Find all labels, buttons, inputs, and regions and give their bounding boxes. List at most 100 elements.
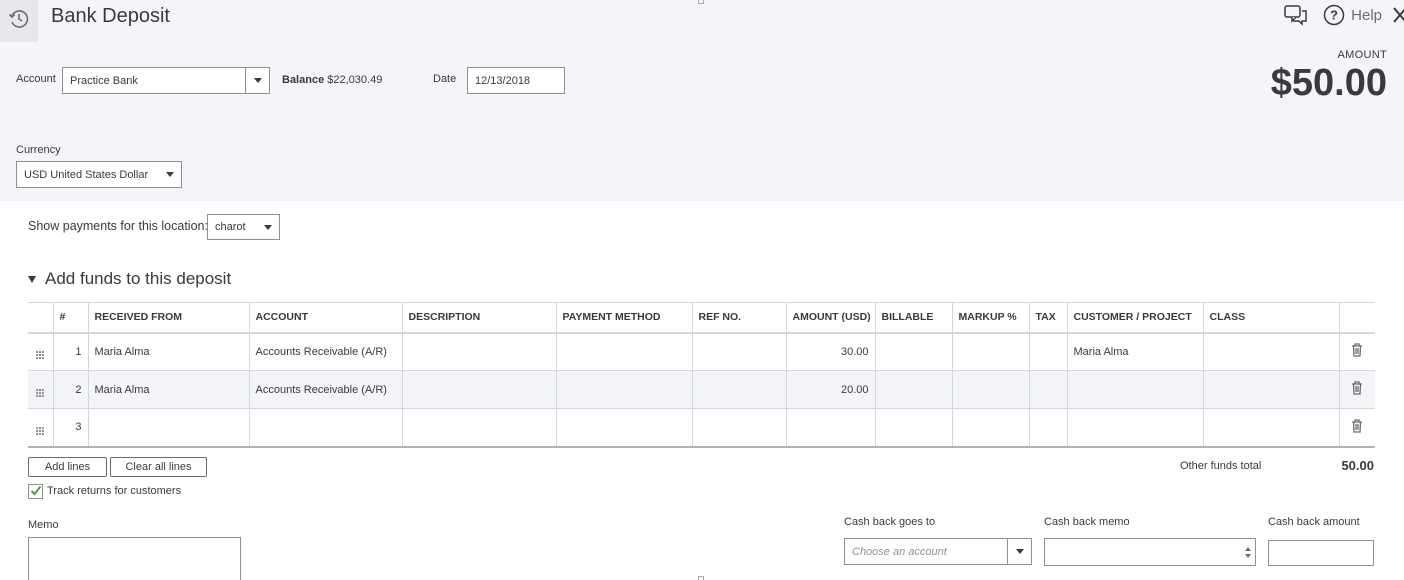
feedback-chat-icon[interactable] <box>1283 4 1309 26</box>
help-icon[interactable]: ? <box>1323 4 1345 26</box>
col-received-from: RECEIVED FROM <box>87 302 249 334</box>
cell-class[interactable] <box>1202 408 1339 448</box>
amount-total: $50.00 <box>1270 62 1387 104</box>
cell-markup[interactable] <box>951 408 1029 448</box>
memo-label: Memo <box>28 519 59 531</box>
cell-payment-method[interactable] <box>555 408 692 448</box>
cell-payment-method[interactable] <box>555 332 692 371</box>
cell-description[interactable] <box>401 408 556 448</box>
col-customer-project: CUSTOMER / PROJECT <box>1066 302 1203 334</box>
col-actions <box>1338 302 1375 334</box>
trash-icon[interactable] <box>1338 408 1375 448</box>
balance-label: Balance <box>282 74 325 86</box>
track-returns-label[interactable]: Track returns for customers <box>47 485 181 497</box>
cell-account[interactable] <box>248 408 402 448</box>
cell-amount[interactable]: 30.00 <box>785 332 875 371</box>
cell-ref-no[interactable] <box>691 370 786 409</box>
cash-back-memo-label: Cash back memo <box>1044 516 1130 528</box>
col-markup: MARKUP % <box>951 302 1029 334</box>
page-title: Bank Deposit <box>51 5 170 27</box>
chevron-down-icon[interactable] <box>245 68 269 93</box>
col-payment-method: PAYMENT METHOD <box>555 302 692 334</box>
trash-icon[interactable] <box>1338 370 1375 409</box>
funds-section-toggle[interactable]: Add funds to this deposit <box>28 269 231 289</box>
cell-tax[interactable] <box>1028 332 1067 371</box>
currency-select-value: USD United States Dollar <box>24 168 149 181</box>
cell-tax[interactable] <box>1028 370 1067 409</box>
chevron-down-icon[interactable] <box>159 162 181 187</box>
cell-customer-project[interactable] <box>1066 370 1203 409</box>
cell-amount[interactable]: 20.00 <box>785 370 875 409</box>
cell-received-from[interactable] <box>87 408 249 448</box>
balance-display: Balance $22,030.49 <box>282 74 382 86</box>
chevron-down-icon[interactable] <box>257 215 279 239</box>
cell-account[interactable]: Accounts Receivable (A/R) <box>248 332 402 371</box>
row-number: 1 <box>52 332 88 371</box>
memo-textarea[interactable] <box>28 537 241 580</box>
chevron-down-icon[interactable] <box>1007 539 1031 564</box>
cash-back-account-select[interactable]: Choose an account <box>844 538 1032 565</box>
cell-received-from[interactable]: Maria Alma <box>87 370 249 409</box>
cell-class[interactable] <box>1202 370 1339 409</box>
cell-ref-no[interactable] <box>691 408 786 448</box>
account-label: Account <box>16 73 56 85</box>
other-funds-total-value: 50.00 <box>1341 458 1374 473</box>
cell-markup[interactable] <box>951 370 1029 409</box>
track-returns-checkbox[interactable] <box>28 484 43 499</box>
date-label: Date <box>433 73 457 85</box>
trash-icon[interactable] <box>1338 332 1375 371</box>
header-band <box>0 0 1404 201</box>
drag-handle-icon[interactable] <box>28 332 53 371</box>
table-row[interactable]: 3 <box>28 408 1375 448</box>
funds-section-title: Add funds to this deposit <box>45 269 232 288</box>
col-billable: BILLABLE <box>874 302 952 334</box>
cell-payment-method[interactable] <box>555 370 692 409</box>
drag-handle-icon[interactable] <box>28 408 53 448</box>
cell-billable[interactable] <box>874 332 952 371</box>
funds-table: # RECEIVED FROM ACCOUNT DESCRIPTION PAYM… <box>28 302 1375 448</box>
cell-amount[interactable] <box>785 408 875 448</box>
date-field[interactable]: 12/13/2018 <box>467 67 565 94</box>
help-label[interactable]: Help <box>1351 7 1382 24</box>
top-right-toolbar: ? Help <box>1283 0 1404 30</box>
balance-value: $22,030.49 <box>327 74 383 86</box>
resize-stepper-icon[interactable] <box>1241 539 1255 565</box>
col-ref-no: REF NO. <box>691 302 786 334</box>
cell-received-from[interactable]: Maria Alma <box>87 332 249 371</box>
svg-text:?: ? <box>1330 8 1338 23</box>
location-select[interactable]: charot <box>207 214 280 240</box>
row-number: 3 <box>52 408 88 448</box>
cell-class[interactable] <box>1202 332 1339 371</box>
amount-label: AMOUNT <box>1337 49 1387 61</box>
col-account: ACCOUNT <box>248 302 402 334</box>
account-select[interactable]: Practice Bank <box>62 67 270 94</box>
col-amount: AMOUNT (USD) <box>785 302 875 334</box>
clear-all-lines-button[interactable]: Clear all lines <box>110 457 207 477</box>
col-drag <box>28 302 53 334</box>
cell-description[interactable] <box>401 332 556 371</box>
recent-transactions-button[interactable] <box>0 0 38 42</box>
history-clock-icon <box>7 7 31 36</box>
collapse-triangle-icon <box>28 275 36 283</box>
cell-billable[interactable] <box>874 408 952 448</box>
cash-back-account-placeholder: Choose an account <box>852 545 947 558</box>
cell-account[interactable]: Accounts Receivable (A/R) <box>248 370 402 409</box>
table-row[interactable]: 2 Maria Alma Accounts Receivable (A/R) 2… <box>28 370 1375 409</box>
add-lines-button[interactable]: Add lines <box>28 457 107 477</box>
cell-tax[interactable] <box>1028 408 1067 448</box>
cell-customer-project[interactable]: Maria Alma <box>1066 332 1203 371</box>
cash-back-memo-field[interactable] <box>1044 538 1256 566</box>
cash-back-amount-field[interactable] <box>1268 540 1374 566</box>
cell-billable[interactable] <box>874 370 952 409</box>
resize-handle-bottom <box>698 576 704 580</box>
cell-customer-project[interactable] <box>1066 408 1203 448</box>
cell-markup[interactable] <box>951 332 1029 371</box>
checkmark-icon <box>30 483 42 501</box>
close-icon[interactable] <box>1392 5 1404 25</box>
table-row[interactable]: 1 Maria Alma Accounts Receivable (A/R) 3… <box>28 332 1375 371</box>
currency-select[interactable]: USD United States Dollar <box>16 161 182 188</box>
drag-handle-icon[interactable] <box>28 370 53 409</box>
cell-ref-no[interactable] <box>691 332 786 371</box>
cell-description[interactable] <box>401 370 556 409</box>
col-tax: TAX <box>1028 302 1067 334</box>
